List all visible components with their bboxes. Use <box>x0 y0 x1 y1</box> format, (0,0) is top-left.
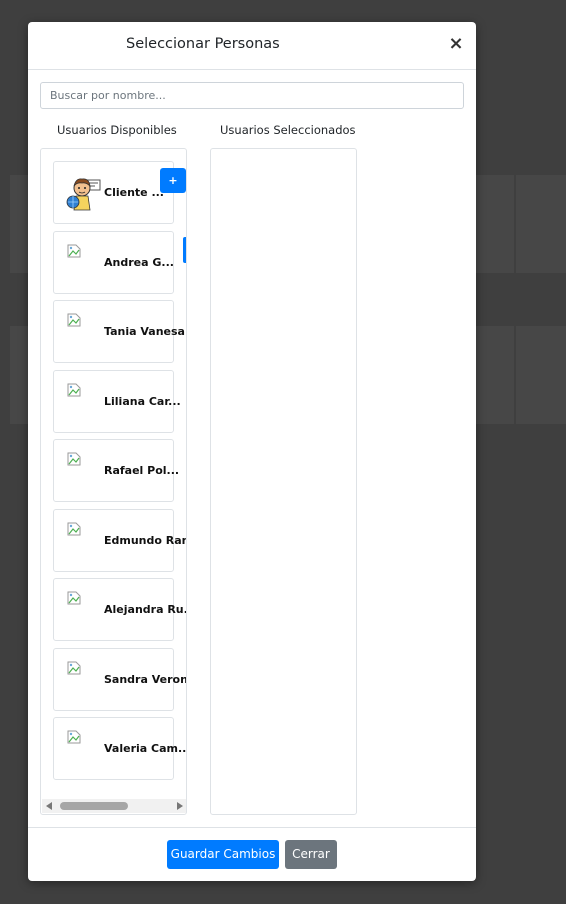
user-card[interactable]: Andrea G... <box>53 231 174 294</box>
user-name: Liliana Car... <box>104 395 181 408</box>
broken-image-icon <box>67 661 81 675</box>
background-card <box>476 175 514 273</box>
scroll-left-icon[interactable] <box>46 802 52 810</box>
user-name: Cliente ... <box>104 186 164 199</box>
user-card[interactable]: Sandra Veronic <box>53 648 186 711</box>
add-user-button[interactable] <box>183 237 186 263</box>
broken-image-icon <box>67 313 81 327</box>
user-card[interactable]: Alejandra Ru... <box>53 578 186 641</box>
background-card <box>10 175 28 273</box>
avatar <box>66 178 101 211</box>
user-card[interactable]: Tania Vanesa R <box>53 300 186 363</box>
available-users-heading: Usuarios Disponibles <box>57 123 177 137</box>
selected-users-list[interactable] <box>210 148 357 815</box>
search-input[interactable] <box>40 82 464 109</box>
user-card[interactable]: Liliana Car... <box>53 370 181 433</box>
user-card[interactable]: Edmundo Ram <box>53 509 186 572</box>
broken-image-icon <box>67 591 81 605</box>
user-name: Sandra Veronic <box>104 673 187 686</box>
user-name: Alejandra Ru... <box>104 603 187 616</box>
select-people-modal: Seleccionar Personas × Usuarios Disponib… <box>28 22 476 881</box>
user-card[interactable]: Valeria Cam... <box>53 717 186 780</box>
user-name: Edmundo Ram <box>104 534 187 547</box>
user-card[interactable]: Cliente ... <box>53 161 174 224</box>
save-changes-button[interactable]: Guardar Cambios <box>167 840 279 869</box>
user-name: Rafael Pol... <box>104 464 180 477</box>
broken-image-icon <box>67 452 81 466</box>
user-card[interactable]: Rafael Pol... <box>53 439 179 502</box>
user-name: Valeria Cam... <box>104 742 187 755</box>
user-name: Andrea G... <box>104 256 174 269</box>
add-user-button[interactable]: + <box>160 168 186 193</box>
modal-header: Seleccionar Personas × <box>28 22 476 70</box>
available-users-list[interactable]: Cliente ... + Andrea G... Tania Vanesa R <box>40 148 187 815</box>
broken-image-icon <box>67 730 81 744</box>
scroll-right-icon[interactable] <box>177 802 183 810</box>
broken-image-icon <box>67 383 81 397</box>
scrollbar-thumb[interactable] <box>60 802 128 810</box>
broken-image-icon <box>67 522 81 536</box>
background-card <box>516 175 566 273</box>
modal-title: Seleccionar Personas <box>126 36 280 52</box>
selected-users-heading: Usuarios Seleccionados <box>220 123 356 137</box>
close-button[interactable]: Cerrar <box>285 840 337 869</box>
modal-footer: Guardar Cambios Cerrar <box>28 827 476 882</box>
background-card <box>10 326 28 424</box>
broken-image-icon <box>67 244 81 258</box>
background-card <box>516 326 566 424</box>
horizontal-scrollbar[interactable] <box>42 799 186 813</box>
background-card <box>476 326 514 424</box>
close-icon[interactable]: × <box>448 35 464 53</box>
user-name: Tania Vanesa R <box>104 325 186 338</box>
